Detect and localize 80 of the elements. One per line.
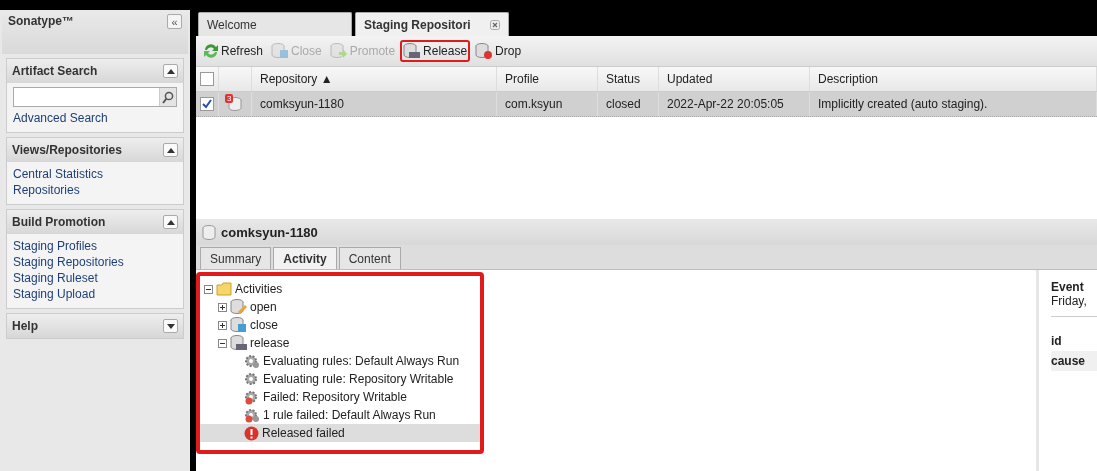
detail-title: comksyun-1180 xyxy=(221,224,318,240)
panel-toggle-button[interactable] xyxy=(163,143,178,157)
panel-title: Help xyxy=(12,319,38,333)
tree-item[interactable]: Evaluating rule: Repository Writable xyxy=(200,370,480,388)
tab[interactable]: Summary xyxy=(200,247,272,269)
field-label: id xyxy=(1051,333,1063,350)
sidebar-link[interactable]: Staging Repositories xyxy=(13,254,124,270)
tree-item[interactable]: Evaluating rules: Default Always Run xyxy=(200,352,480,370)
panel-title: Build Promotion xyxy=(12,215,106,229)
sidebar-link[interactable]: Central Statistics xyxy=(13,166,104,182)
column-header[interactable]: Profile xyxy=(497,67,598,91)
toolbar-button[interactable]: Release xyxy=(400,40,471,62)
tree-item[interactable]: Failed: Repository Writable xyxy=(200,388,480,406)
folder-icon xyxy=(216,282,232,296)
expand-toggle-icon[interactable] xyxy=(218,320,227,330)
toolbar-button[interactable]: Drop xyxy=(472,40,525,62)
panel-title: Views/Repositories xyxy=(12,143,122,157)
database-icon xyxy=(271,43,290,59)
tab[interactable]: Welcome xyxy=(198,12,352,36)
table-row[interactable]: 3 comksyun-1180 com.ksyun closed 2022-Apr-22 20:05:05 Implicitly created (auto staging). xyxy=(196,92,1097,117)
column-header[interactable]: Description xyxy=(810,67,1097,91)
gear-icon xyxy=(244,353,260,369)
tab[interactable]: Activity xyxy=(273,247,337,269)
sidebar-link[interactable]: Staging Ruleset xyxy=(13,270,98,286)
sidebar-link[interactable]: Repositories xyxy=(13,182,80,198)
database-icon xyxy=(475,43,494,59)
database-icon xyxy=(230,317,247,333)
database-icon xyxy=(403,43,422,59)
column-header[interactable]: Repository ▲ xyxy=(252,67,497,91)
table-cell: com.ksyun xyxy=(497,92,598,116)
tree-item[interactable]: 1 rule failed: Default Always Run xyxy=(200,406,480,424)
tab[interactable]: Content xyxy=(338,247,401,269)
sidebar-link[interactable]: Staging Profiles xyxy=(13,238,98,254)
event-date: Friday, xyxy=(1051,294,1088,308)
tree-item[interactable]: Released failed xyxy=(200,424,480,442)
close-icon[interactable] xyxy=(490,19,500,30)
sidebar-title: Sonatype™ xyxy=(8,14,74,28)
expand-toggle-icon[interactable] xyxy=(218,302,227,312)
sidebar-link[interactable]: Advanced Search xyxy=(13,110,108,126)
row-checkbox[interactable] xyxy=(200,97,214,111)
column-header[interactable]: Status xyxy=(598,67,659,91)
tree-item[interactable]: open xyxy=(200,298,480,316)
gear-icon xyxy=(244,407,260,423)
tab[interactable]: Staging Repositori xyxy=(355,12,509,36)
caret-icon xyxy=(166,147,175,153)
collapse-button[interactable]: « xyxy=(167,14,182,29)
table-cell: 2022-Apr-22 20:05:05 xyxy=(659,92,810,116)
field-label: cause xyxy=(1051,351,1097,371)
gear-icon xyxy=(244,389,260,405)
error-icon xyxy=(244,425,259,441)
sidebar-link[interactable]: Staging Upload xyxy=(13,286,96,302)
caret-icon xyxy=(166,219,175,225)
event-title: Event xyxy=(1051,280,1085,294)
expand-toggle-icon[interactable] xyxy=(204,284,213,294)
database-icon xyxy=(228,97,242,111)
search-icon xyxy=(162,90,174,104)
database-icon xyxy=(230,299,247,315)
search-field[interactable] xyxy=(13,87,177,107)
database-icon xyxy=(230,335,247,351)
tree-item[interactable]: Activities xyxy=(200,280,480,298)
gear-icon xyxy=(244,371,260,387)
panel-title: Artifact Search xyxy=(12,64,98,78)
refresh-icon xyxy=(203,43,219,59)
tree-item[interactable]: close xyxy=(200,316,480,334)
database-icon xyxy=(202,224,216,240)
table-cell: Implicitly created (auto staging). xyxy=(810,92,1097,116)
database-icon xyxy=(329,43,348,59)
caret-icon xyxy=(166,323,175,329)
select-all-checkbox[interactable] xyxy=(200,72,214,86)
panel-toggle-button[interactable] xyxy=(163,64,178,78)
count-badge: 3 xyxy=(225,94,234,103)
panel-toggle-button[interactable] xyxy=(163,215,178,229)
column-header[interactable]: Updated xyxy=(659,67,810,91)
panel-toggle-button[interactable] xyxy=(163,319,178,333)
toolbar-button[interactable]: Refresh xyxy=(200,40,267,62)
expand-toggle-icon[interactable] xyxy=(218,338,227,348)
caret-icon xyxy=(166,68,175,74)
tree-item[interactable]: release xyxy=(200,334,480,352)
table-cell: closed xyxy=(598,92,659,116)
table-cell: comksyun-1180 xyxy=(252,92,497,116)
